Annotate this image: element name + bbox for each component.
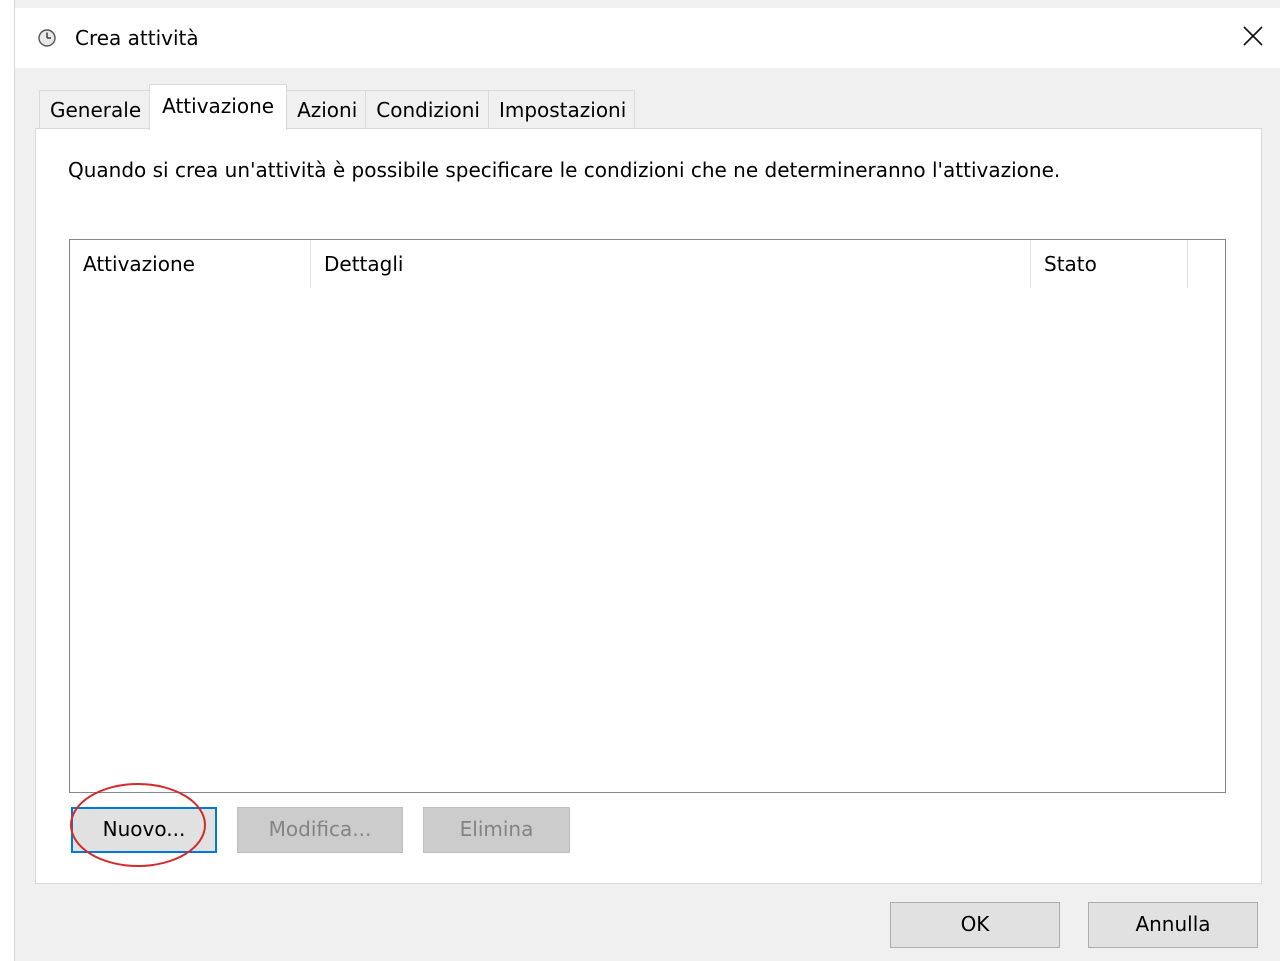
- edit-trigger-button[interactable]: Modifica...: [237, 807, 403, 853]
- title-bar: Crea attività: [15, 8, 1281, 68]
- tab-azioni[interactable]: Azioni: [286, 90, 367, 130]
- tab-condizioni[interactable]: Condizioni: [365, 90, 489, 130]
- ok-button[interactable]: OK: [890, 902, 1060, 948]
- create-task-dialog: Crea attività Generale Attivazione Azion…: [14, 0, 1281, 961]
- delete-trigger-button[interactable]: Elimina: [423, 807, 570, 853]
- panel-description: Quando si crea un'attività è possibile s…: [68, 158, 1061, 182]
- column-header-stato[interactable]: Stato: [1031, 240, 1188, 288]
- new-trigger-button[interactable]: Nuovo...: [71, 807, 217, 853]
- clock-icon: [38, 29, 56, 47]
- tab-strip: Generale Attivazione Azioni Condizioni I…: [39, 84, 636, 130]
- close-icon: [1243, 26, 1263, 46]
- tab-generale[interactable]: Generale: [39, 90, 151, 130]
- list-header: Attivazione Dettagli Stato: [70, 240, 1225, 288]
- window-title: Crea attività: [75, 26, 199, 50]
- cancel-button[interactable]: Annulla: [1088, 902, 1258, 948]
- tab-impostazioni[interactable]: Impostazioni: [487, 90, 636, 130]
- triggers-list[interactable]: Attivazione Dettagli Stato: [69, 239, 1226, 793]
- tab-panel-attivazione: Quando si crea un'attività è possibile s…: [35, 128, 1262, 884]
- tab-attivazione[interactable]: Attivazione: [149, 84, 288, 130]
- close-button[interactable]: [1231, 16, 1275, 56]
- column-header-attivazione[interactable]: Attivazione: [70, 240, 311, 288]
- column-header-dettagli[interactable]: Dettagli: [311, 240, 1031, 288]
